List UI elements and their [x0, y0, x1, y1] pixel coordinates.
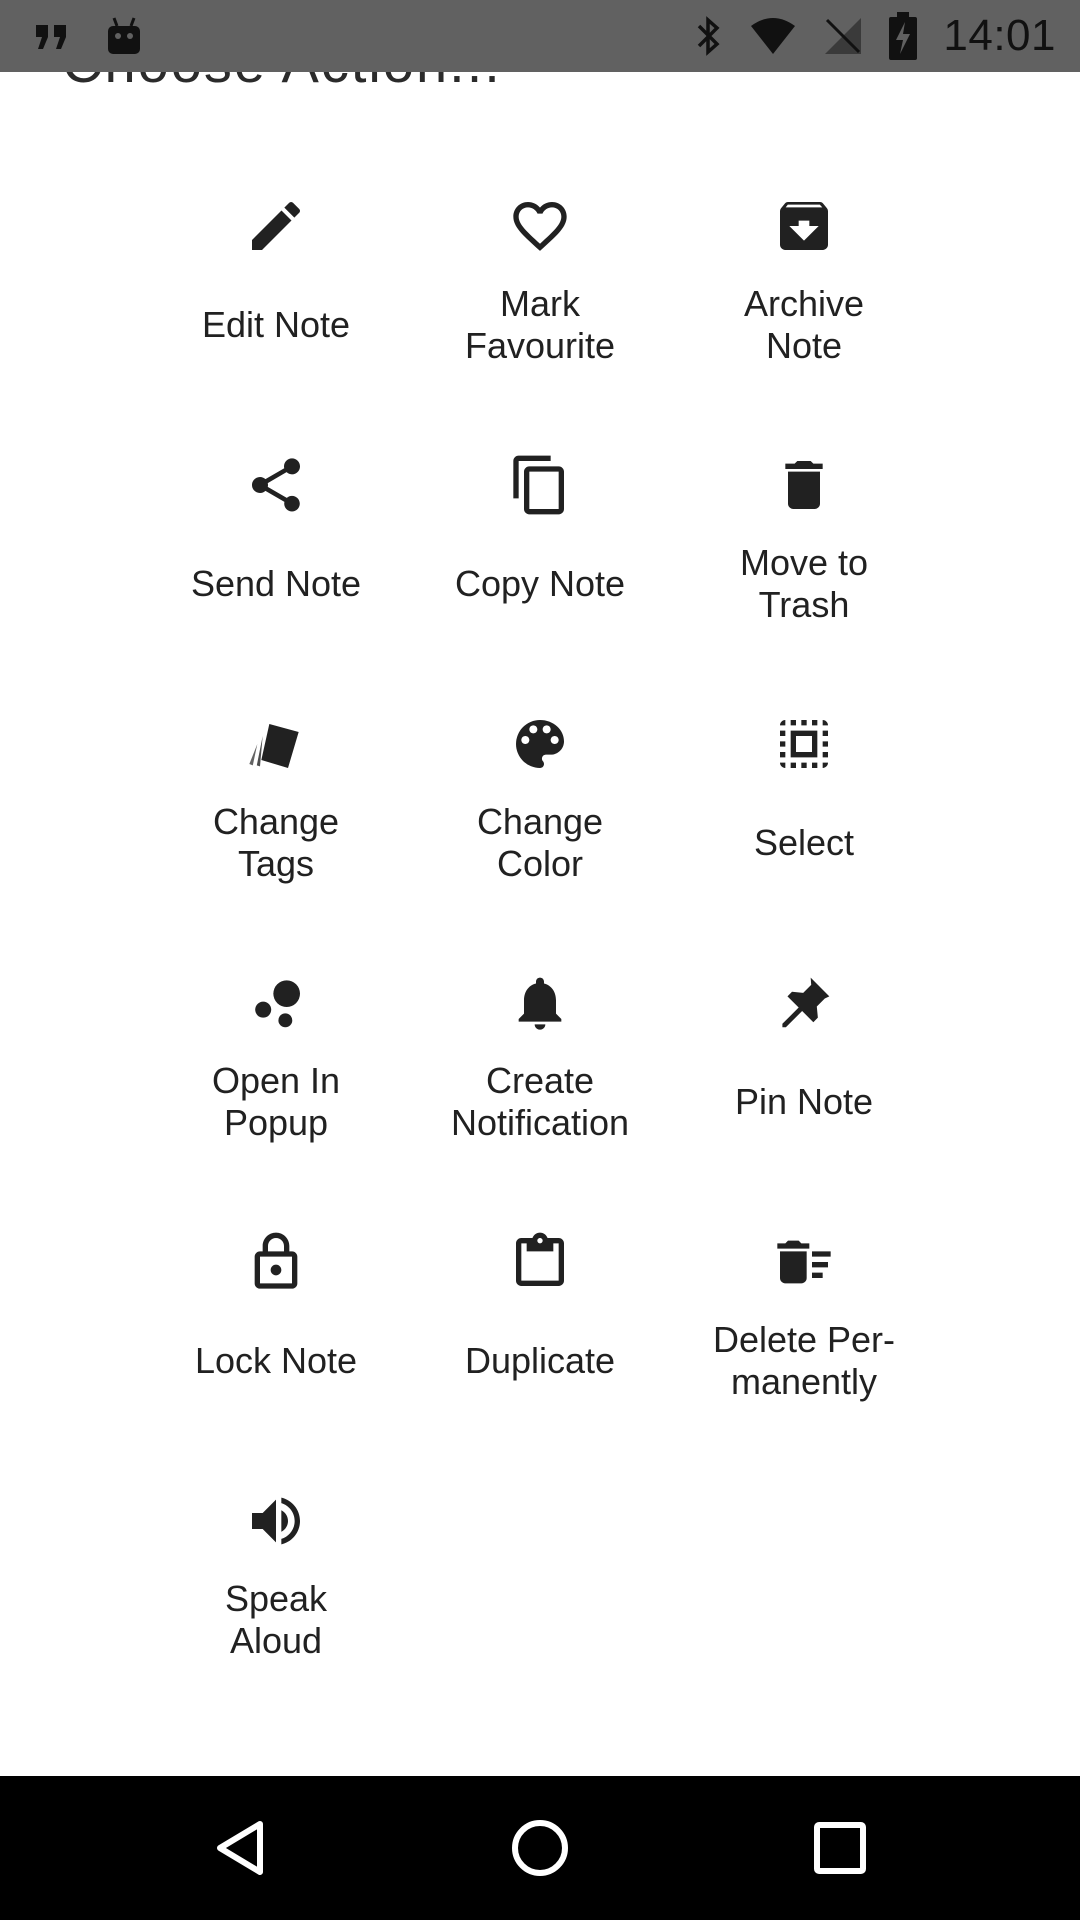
archive-icon: [768, 190, 840, 262]
action-label: Edit Note: [201, 304, 351, 345]
duplicate-action[interactable]: Duplicate: [408, 1208, 672, 1467]
select-icon: [768, 708, 840, 780]
lock-note-action[interactable]: Lock Note: [144, 1208, 408, 1467]
action-label: Speak Aloud: [224, 1578, 328, 1661]
heart-icon: [504, 190, 576, 262]
bluetooth-icon: [695, 14, 723, 58]
back-icon: [210, 1818, 270, 1878]
back-button[interactable]: [140, 1776, 340, 1920]
action-label: Change Color: [476, 801, 604, 884]
copy-icon: [504, 449, 576, 521]
open-in-popup-action[interactable]: Open In Popup: [144, 949, 408, 1208]
pencil-icon: [240, 190, 312, 262]
edit-note-action[interactable]: Edit Note: [144, 172, 408, 431]
navigation-bar: [0, 1776, 1080, 1920]
change-tags-action[interactable]: Change Tags: [144, 690, 408, 949]
action-dialog: Choose Action... Edit Note MarkFavourite…: [0, 72, 1080, 1776]
android-icon: [104, 16, 144, 56]
status-bar: 14:01: [0, 0, 1080, 72]
action-label: Copy Note: [454, 563, 626, 604]
delete-forever-icon: [768, 1226, 840, 1298]
send-note-action[interactable]: Send Note: [144, 431, 408, 690]
recents-button[interactable]: [740, 1776, 940, 1920]
no-sim-icon: [823, 16, 863, 56]
speaker-icon: [240, 1485, 312, 1557]
action-label: Archive Note: [743, 283, 865, 366]
action-label: Pin Note: [734, 1081, 874, 1122]
action-label: Delete Per-manently: [712, 1319, 896, 1402]
pin-icon: [768, 967, 840, 1039]
create-notification-action[interactable]: Create Notification: [408, 949, 672, 1208]
mark-favourite-action[interactable]: Mark Favourite: [408, 172, 672, 431]
action-label: Duplicate: [464, 1340, 616, 1381]
speak-aloud-action[interactable]: Speak Aloud: [144, 1467, 408, 1726]
lock-icon: [240, 1226, 312, 1298]
palette-icon: [504, 708, 576, 780]
home-icon: [510, 1818, 570, 1878]
copy-note-action[interactable]: Copy Note: [408, 431, 672, 690]
pin-note-action[interactable]: Pin Note: [672, 949, 936, 1208]
select-action[interactable]: Select: [672, 690, 936, 949]
bell-icon: [504, 967, 576, 1039]
clipboard-icon: [504, 1226, 576, 1298]
action-label: Select: [753, 822, 855, 863]
action-label: Change Tags: [212, 801, 340, 884]
tags-icon: [240, 708, 312, 780]
recents-icon: [813, 1821, 867, 1875]
clock: 14:01: [943, 11, 1056, 60]
bubbles-icon: [240, 967, 312, 1039]
move-to-trash-action[interactable]: Move to Trash: [672, 431, 936, 690]
change-color-action[interactable]: Change Color: [408, 690, 672, 949]
battery-charging-icon: [889, 12, 918, 60]
action-label: Lock Note: [194, 1340, 358, 1381]
archive-note-action[interactable]: Archive Note: [672, 172, 936, 431]
action-grid: Edit Note Mark Favourite Archive Note Send…: [144, 172, 936, 1726]
trash-icon: [768, 449, 840, 521]
quote-icon: [34, 21, 70, 51]
action-label: Create Notification: [450, 1060, 630, 1143]
delete-permanently-action[interactable]: Delete Per-manently: [672, 1208, 936, 1467]
dialog-title: Choose Action...: [62, 72, 502, 95]
action-label: Mark Favourite: [464, 283, 616, 366]
action-label: Send Note: [190, 563, 362, 604]
home-button[interactable]: [440, 1776, 640, 1920]
wifi-icon: [749, 16, 797, 56]
action-label: Open In Popup: [211, 1060, 341, 1143]
action-label: Move to Trash: [739, 542, 869, 625]
share-icon: [240, 449, 312, 521]
